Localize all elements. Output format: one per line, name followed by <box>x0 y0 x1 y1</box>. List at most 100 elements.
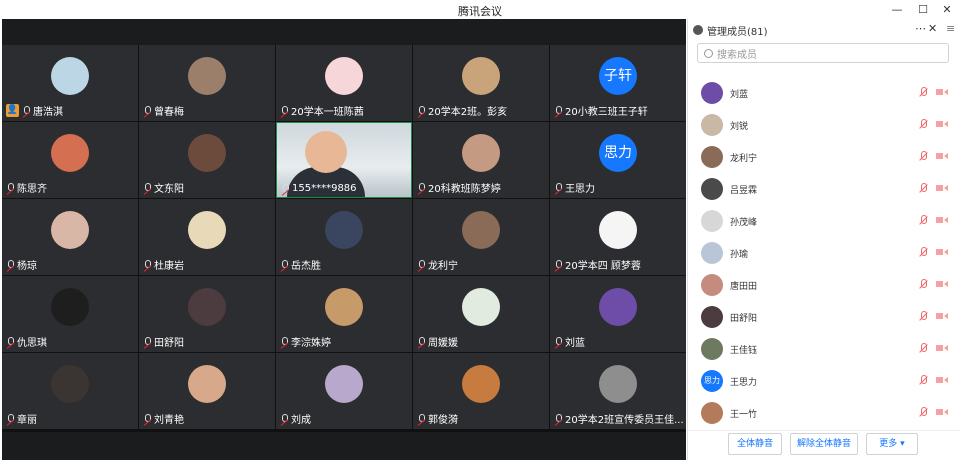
camera-off-icon[interactable] <box>936 88 948 96</box>
participant-tile[interactable]: 杨琼 <box>2 199 138 275</box>
participant-tile[interactable]: 周媛媛 <box>413 276 549 352</box>
member-row[interactable]: 田舒阳 <box>688 301 960 333</box>
more-options-icon[interactable]: ⋯ <box>915 22 926 35</box>
avatar <box>462 57 500 95</box>
participant-tile[interactable]: 20科教班陈梦婷 <box>413 122 549 198</box>
participant-tile[interactable]: 刘青艳 <box>139 353 275 429</box>
collapse-icon[interactable]: ≡ <box>946 22 955 35</box>
member-name: 王思力 <box>730 378 758 388</box>
participant-tile[interactable]: 思力 王思力 <box>550 122 686 198</box>
participant-tile[interactable]: 刘成 <box>276 353 412 429</box>
member-row[interactable]: 刘蓝 <box>688 77 960 109</box>
member-row[interactable]: 吕昱霖 <box>688 173 960 205</box>
mic-muted-icon[interactable] <box>918 151 928 161</box>
mic-muted-icon[interactable] <box>918 215 928 225</box>
member-row[interactable]: 唐田田 <box>688 269 960 301</box>
participant-name-row: 文东阳 <box>143 180 184 195</box>
member-row[interactable]: 龙利宁 <box>688 141 960 173</box>
member-name: 刘锐 <box>730 122 749 132</box>
camera-off-icon[interactable] <box>936 280 948 288</box>
participant-tile[interactable]: 20学本2班。彭亥 <box>413 45 549 121</box>
title-bar: 腾讯会议 — ☐ ✕ <box>0 0 960 19</box>
participant-tile[interactable]: 20学本2班宣传委员王佳... <box>550 353 686 429</box>
search-input[interactable]: 搜索成员 <box>697 43 949 63</box>
mic-muted-icon <box>22 105 30 116</box>
mic-muted-icon <box>280 413 288 424</box>
participant-name-row: 章丽 <box>6 411 37 426</box>
camera-off-icon[interactable] <box>936 184 948 192</box>
member-row[interactable]: 王一竹 <box>688 397 960 429</box>
participant-name-row: 杨琼 <box>6 257 37 272</box>
window-title: 腾讯会议 <box>458 5 502 18</box>
camera-off-icon[interactable] <box>936 120 948 128</box>
member-row[interactable]: 孙茂峰 <box>688 205 960 237</box>
mic-muted-icon[interactable] <box>918 87 928 97</box>
close-panel-icon[interactable]: ✕ <box>928 22 937 35</box>
panel-title: 管理成员(81) <box>707 26 768 38</box>
participant-tile[interactable]: 龙利宁 <box>413 199 549 275</box>
participant-tile[interactable]: 曾春梅 <box>139 45 275 121</box>
participant-name: 曾春梅 <box>154 107 184 118</box>
participant-tile[interactable]: 李淙姝婷 <box>276 276 412 352</box>
avatar <box>325 211 363 249</box>
participant-name-row: 郭俊漪 <box>417 411 458 426</box>
mic-muted-icon[interactable] <box>918 119 928 129</box>
participant-name: 刘蓝 <box>565 338 585 349</box>
avatar: 子轩 <box>599 57 637 95</box>
mic-muted-icon[interactable] <box>918 183 928 193</box>
camera-off-icon[interactable] <box>936 312 948 320</box>
member-name: 刘蓝 <box>730 90 749 100</box>
participant-tile[interactable]: 仇思琪 <box>2 276 138 352</box>
mic-muted-icon <box>6 413 14 424</box>
participant-tile[interactable]: 岳杰胜 <box>276 199 412 275</box>
mute-all-button[interactable]: 全体静音 <box>728 433 782 455</box>
mic-muted-icon[interactable] <box>918 247 928 257</box>
participant-tile[interactable]: 田舒阳 <box>139 276 275 352</box>
participant-tile[interactable]: 155****9886 <box>276 122 412 198</box>
mic-muted-icon[interactable] <box>918 407 928 417</box>
unmute-all-button[interactable]: 解除全体静音 <box>790 433 858 455</box>
participant-tile[interactable]: 20学本一班陈茜 <box>276 45 412 121</box>
camera-off-icon[interactable] <box>936 216 948 224</box>
maximize-button[interactable]: ☐ <box>912 1 934 18</box>
mic-muted-icon[interactable] <box>918 375 928 385</box>
avatar <box>599 288 637 326</box>
member-name: 田舒阳 <box>730 314 758 324</box>
participant-tile[interactable]: 👤 唐浩淇 <box>2 45 138 121</box>
participant-tile[interactable]: 子轩 20小教三班王子轩 <box>550 45 686 121</box>
camera-off-icon[interactable] <box>936 344 948 352</box>
mic-muted-icon <box>554 259 562 270</box>
mic-muted-icon[interactable] <box>918 279 928 289</box>
participant-name: 20学本2班。彭亥 <box>428 107 508 118</box>
participant-name-row: 岳杰胜 <box>280 257 321 272</box>
participant-tile[interactable]: 陈思齐 <box>2 122 138 198</box>
mic-muted-icon <box>143 413 151 424</box>
camera-off-icon[interactable] <box>936 248 948 256</box>
participant-tile[interactable]: 刘蓝 <box>550 276 686 352</box>
member-row[interactable]: 孙瑜 <box>688 237 960 269</box>
mic-muted-icon <box>417 336 425 347</box>
members-icon <box>693 25 703 35</box>
mic-muted-icon[interactable] <box>918 311 928 321</box>
more-button[interactable]: 更多 ▾ <box>866 433 918 455</box>
participant-tile[interactable]: 20学本四 顾梦蓉 <box>550 199 686 275</box>
participant-tile[interactable]: 杜康岩 <box>139 199 275 275</box>
minimize-button[interactable]: — <box>886 1 908 18</box>
participant-tile[interactable]: 文东阳 <box>139 122 275 198</box>
camera-off-icon[interactable] <box>936 376 948 384</box>
mic-muted-icon[interactable] <box>918 343 928 353</box>
participant-tile[interactable]: 章丽 <box>2 353 138 429</box>
participant-name-row: 20学本四 顾梦蓉 <box>554 257 641 272</box>
participant-name-row: 杜康岩 <box>143 257 184 272</box>
member-row[interactable]: 思力 王思力 <box>688 365 960 397</box>
mic-muted-icon <box>281 183 289 194</box>
close-button[interactable]: ✕ <box>936 1 958 18</box>
participant-name-row: 仇思琪 <box>6 334 47 349</box>
mic-muted-icon <box>6 336 14 347</box>
member-row[interactable]: 刘锐 <box>688 109 960 141</box>
camera-off-icon[interactable] <box>936 408 948 416</box>
member-name: 王佳钰 <box>730 346 758 356</box>
participant-tile[interactable]: 郭俊漪 <box>413 353 549 429</box>
camera-off-icon[interactable] <box>936 152 948 160</box>
member-row[interactable]: 王佳钰 <box>688 333 960 365</box>
